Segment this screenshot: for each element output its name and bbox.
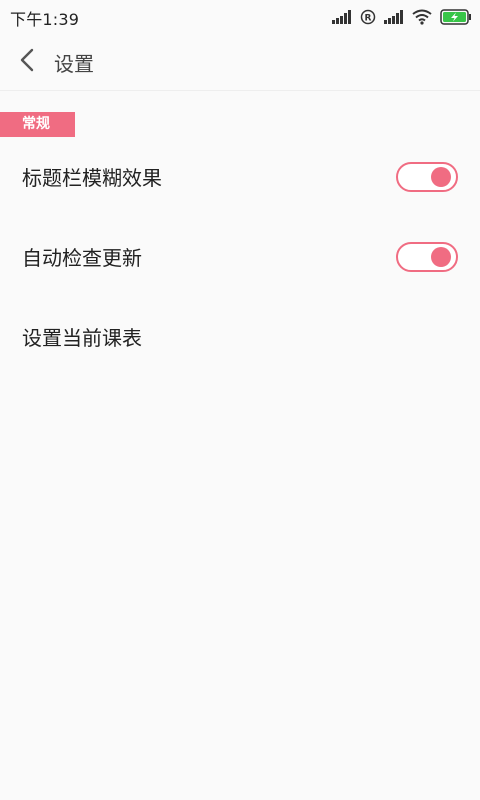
setting-row-current-schedule[interactable]: 设置当前课表 bbox=[0, 298, 480, 378]
roaming-icon: R bbox=[360, 9, 376, 25]
page-title: 设置 bbox=[54, 52, 94, 76]
roaming-label: R bbox=[365, 14, 372, 24]
title-blur-toggle[interactable] bbox=[396, 162, 458, 192]
setting-label: 设置当前课表 bbox=[22, 326, 142, 350]
back-button[interactable] bbox=[12, 46, 44, 78]
status-time: 下午1:39 bbox=[10, 10, 80, 29]
setting-row-title-blur[interactable]: 标题栏模糊效果 bbox=[0, 138, 480, 218]
auto-update-toggle[interactable] bbox=[396, 242, 458, 272]
signal-icon bbox=[384, 10, 404, 24]
status-icons: R bbox=[332, 8, 472, 26]
header: 设置 bbox=[0, 34, 480, 91]
battery-charging-icon bbox=[440, 9, 472, 25]
chevron-left-icon bbox=[18, 48, 38, 76]
status-bar: 下午1:39 R bbox=[0, 0, 480, 34]
signal-icon bbox=[332, 10, 352, 24]
setting-row-auto-update[interactable]: 自动检查更新 bbox=[0, 218, 480, 298]
toggle-knob bbox=[431, 247, 451, 267]
setting-label: 自动检查更新 bbox=[22, 246, 142, 270]
wifi-icon bbox=[412, 9, 432, 25]
toggle-knob bbox=[431, 167, 451, 187]
section-tag-general: 常规 bbox=[0, 112, 75, 137]
setting-label: 标题栏模糊效果 bbox=[22, 166, 162, 190]
